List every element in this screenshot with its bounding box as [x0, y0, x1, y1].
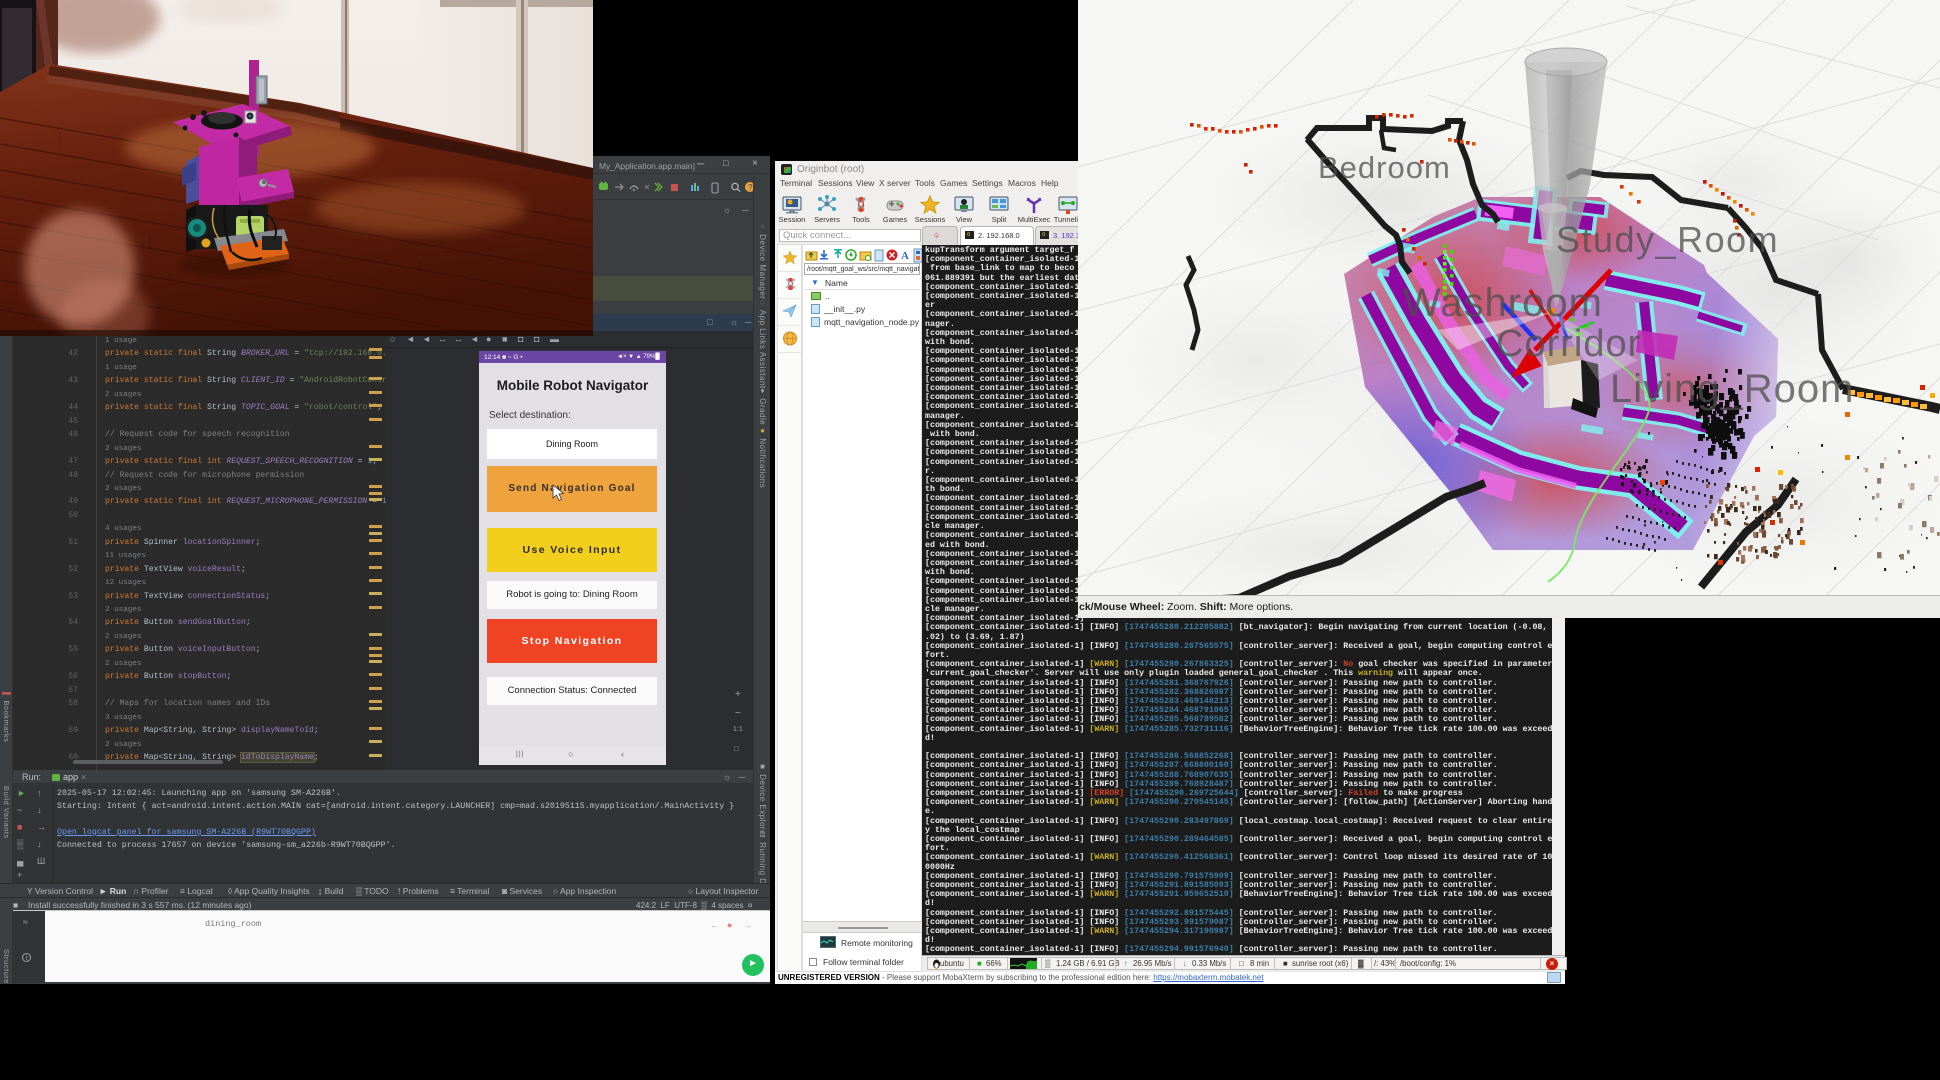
svg-text:Bedroom: Bedroom — [1318, 150, 1451, 185]
svg-text:Corridor: Corridor — [1496, 323, 1641, 365]
svg-text:Living_Room: Living_Room — [1610, 367, 1854, 411]
svg-text:Washroom: Washroom — [1403, 281, 1603, 325]
svg-text:Study_Room: Study_Room — [1556, 219, 1779, 260]
svg-text:A: A — [901, 250, 909, 262]
